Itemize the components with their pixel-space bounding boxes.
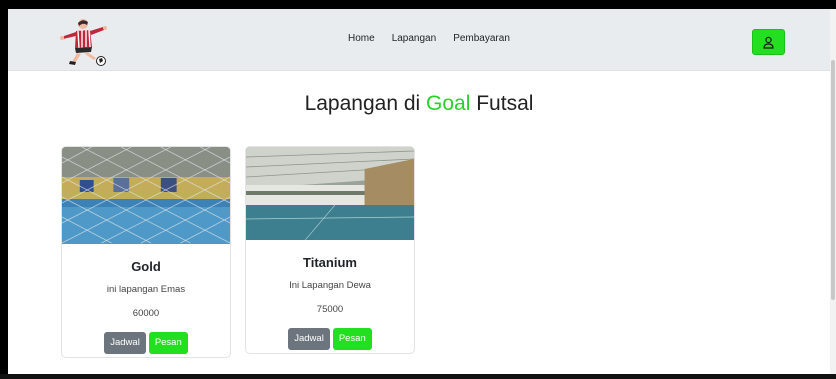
field-photo-titanium: [246, 147, 414, 240]
page-title-prefix: Lapangan di: [304, 92, 427, 115]
navbar: Home Lapangan Pembayaran: [8, 9, 830, 71]
field-name: Titanium: [303, 255, 357, 270]
user-account-button[interactable]: [752, 29, 785, 55]
field-description: Ini Lapangan Dewa: [289, 280, 371, 291]
user-icon: [763, 36, 774, 49]
page-scrollbar-thumb[interactable]: [831, 60, 835, 300]
field-card-titanium: Titanium Ini Lapangan Dewa 75000 Jadwal …: [245, 146, 415, 354]
window-frame-top: [0, 0, 836, 9]
window-frame-bottom: [0, 374, 836, 379]
field-photo-gold: [62, 147, 230, 244]
card-actions: Jadwal Pesan: [62, 332, 230, 354]
schedule-button[interactable]: Jadwal: [288, 328, 330, 350]
card-actions: Jadwal Pesan: [246, 328, 414, 350]
field-description: ini lapangan Emas: [106, 284, 186, 295]
field-name: Gold: [131, 259, 161, 274]
field-price: 60000: [132, 308, 160, 319]
page-title-accent: Goal: [426, 92, 471, 115]
nav-link-home[interactable]: Home: [348, 33, 375, 44]
order-button[interactable]: Pesan: [148, 332, 188, 354]
schedule-button[interactable]: Jadwal: [104, 332, 146, 354]
page-title: Lapangan di Goal Futsal: [8, 92, 830, 116]
nav-link-pembayaran[interactable]: Pembayaran: [453, 33, 510, 44]
nav-link-lapangan[interactable]: Lapangan: [392, 33, 437, 44]
futsal-player-logo[interactable]: [58, 17, 110, 67]
order-button[interactable]: Pesan: [332, 328, 372, 350]
card-body: Gold ini lapangan Emas 60000 Jadwal Pesa…: [62, 259, 230, 354]
card-body: Titanium Ini Lapangan Dewa 75000 Jadwal …: [246, 255, 414, 350]
field-price: 75000: [316, 304, 344, 315]
field-card-gold: Gold ini lapangan Emas 60000 Jadwal Pesa…: [61, 146, 231, 358]
nav-links: Home Lapangan Pembayaran: [348, 33, 510, 44]
page-title-suffix: Futsal: [470, 92, 534, 115]
window-frame-left: [0, 0, 8, 379]
